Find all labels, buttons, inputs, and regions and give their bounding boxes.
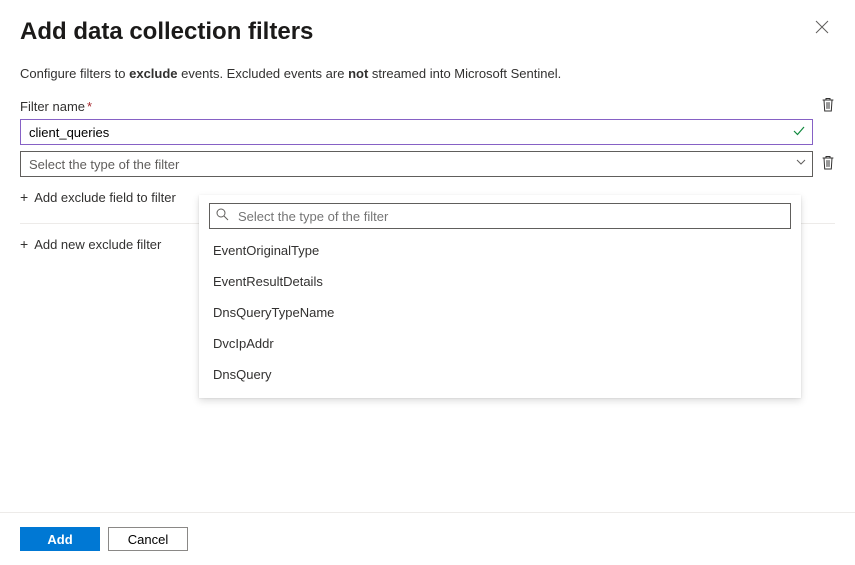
dropdown-option[interactable]: EventOriginalType — [199, 235, 801, 266]
cancel-button[interactable]: Cancel — [108, 527, 188, 551]
plus-icon: + — [20, 189, 28, 205]
add-exclude-field-button[interactable]: + Add exclude field to filter — [0, 177, 196, 209]
filter-name-label: Filter name* — [20, 99, 92, 114]
add-new-filter-button[interactable]: + Add new exclude filter — [0, 224, 181, 256]
panel-footer: Add Cancel — [0, 512, 855, 565]
add-button[interactable]: Add — [20, 527, 100, 551]
dropdown-search-input[interactable] — [209, 203, 791, 229]
close-icon[interactable] — [809, 18, 835, 39]
delete-filter-icon[interactable] — [821, 97, 835, 116]
filter-type-placeholder: Select the type of the filter — [29, 157, 179, 172]
filter-type-dropdown: EventOriginalTypeEventResultDetailsDnsQu… — [199, 195, 801, 398]
dropdown-option[interactable]: EventResultDetails — [199, 266, 801, 297]
dropdown-option[interactable]: DnsQueryTypeName — [199, 297, 801, 328]
plus-icon: + — [20, 236, 28, 252]
dropdown-option[interactable]: DnsQuery — [199, 359, 801, 390]
page-title: Add data collection filters — [20, 18, 313, 46]
dropdown-option[interactable]: DvcIpAddr — [199, 328, 801, 359]
required-indicator: * — [87, 99, 92, 114]
filter-type-select[interactable]: Select the type of the filter — [20, 151, 813, 177]
delete-type-icon[interactable] — [821, 145, 835, 174]
filter-name-input[interactable] — [20, 119, 813, 145]
description-text: Configure filters to exclude events. Exc… — [0, 54, 855, 91]
